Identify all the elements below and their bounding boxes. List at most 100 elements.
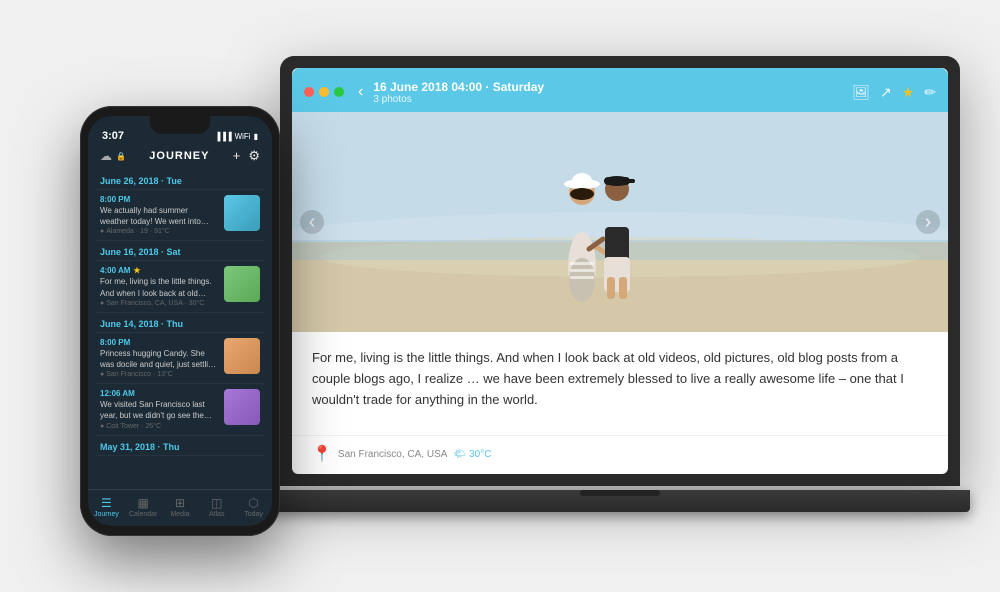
- entry-time: 12:06 AM: [100, 389, 218, 398]
- phone-time: 3:07: [102, 130, 124, 142]
- beach-photo: [292, 112, 948, 332]
- date-header-june14: June 14, 2018 · Thu: [96, 313, 264, 333]
- atlas-tab-icon: ◫: [211, 496, 222, 510]
- laptop-device: ‹ 16 June 2018 04:00 · Saturday 3 photos…: [280, 56, 960, 546]
- media-tab-icon: ⊞: [175, 496, 185, 510]
- main-scene: ‹ 16 June 2018 04:00 · Saturday 3 photos…: [20, 26, 980, 566]
- entry-time: 8:00 PM: [100, 338, 218, 347]
- entry-location-text: San Francisco, CA, USA: [338, 449, 447, 460]
- tab-calendar[interactable]: ▦ Calendar: [125, 496, 162, 518]
- entry-thumbnail: [224, 266, 260, 302]
- journey-tab-label: Journey: [94, 511, 119, 518]
- entry-thumbnail: [224, 389, 260, 425]
- tab-today[interactable]: ⬡ Today: [235, 496, 272, 518]
- location-icon: 📍: [312, 444, 332, 464]
- entry-text-area: For me, living is the little things. And…: [292, 332, 948, 435]
- add-entry-button[interactable]: +: [233, 148, 241, 164]
- entry-location: ● Alameda · 19 · 91°C: [100, 228, 218, 235]
- wifi-icon: WiFi: [235, 132, 251, 141]
- atlas-tab-label: Atlas: [209, 511, 225, 518]
- location-dot: ●: [100, 423, 104, 430]
- entry-content: 12:06 AM We visited San Francisco last y…: [100, 389, 218, 429]
- minimize-button[interactable]: [319, 87, 329, 97]
- phone-tab-bar: ☰ Journey ▦ Calendar ⊞ Media ◫ Atlas: [88, 489, 272, 526]
- list-item[interactable]: 12:06 AM We visited San Francisco last y…: [96, 384, 264, 435]
- entry-time: 8:00 PM: [100, 195, 218, 204]
- app-titlebar: ‹ 16 June 2018 04:00 · Saturday 3 photos…: [292, 68, 948, 112]
- entry-header-info: 16 June 2018 04:00 · Saturday 3 photos: [373, 80, 846, 105]
- entry-content: 8:00 PM We actually had summer weather t…: [100, 195, 218, 235]
- back-button[interactable]: ‹: [358, 83, 363, 101]
- photo-prev-button[interactable]: ‹: [300, 210, 324, 234]
- entry-text: For me, living is the little things. And…: [100, 276, 218, 298]
- entry-content: 4:00 AM ★ For me, living is the little t…: [100, 266, 218, 306]
- phone-status-icons: ▐▐▐ WiFi ▮: [215, 132, 258, 141]
- signal-icon: ▐▐▐: [215, 132, 232, 141]
- entry-footer: 📍 San Francisco, CA, USA 🌤 30°C: [292, 435, 948, 474]
- calendar-tab-icon: ▦: [138, 496, 149, 510]
- photo-carousel: ‹ ›: [292, 112, 948, 332]
- star-icon: ★: [133, 266, 140, 275]
- titlebar-actions: 🖼 ↗ ★ ✏: [852, 84, 936, 101]
- journey-tab-icon: ☰: [101, 496, 112, 510]
- phone-navbar: ☁ 🔒 JOURNEY + ⚙: [88, 146, 272, 170]
- favorite-icon[interactable]: ★: [902, 84, 915, 101]
- location-dot: ●: [100, 371, 104, 378]
- entry-text: We visited San Francisco last year, but …: [100, 399, 218, 421]
- phone-screen: 3:07 ▐▐▐ WiFi ▮ ☁ 🔒 JOURNEY +: [88, 116, 272, 526]
- tab-media[interactable]: ⊞ Media: [162, 496, 199, 518]
- window-controls: [304, 87, 344, 97]
- phone-navbar-right: + ⚙: [233, 148, 260, 164]
- date-header-june16: June 16, 2018 · Sat: [96, 241, 264, 261]
- entry-weather: 🌤 30°C: [453, 449, 491, 460]
- media-tab-label: Media: [170, 511, 189, 518]
- laptop-base: [270, 490, 970, 512]
- entry-text: Princess hugging Candy. She was docile a…: [100, 348, 218, 370]
- laptop-body: ‹ 16 June 2018 04:00 · Saturday 3 photos…: [280, 56, 960, 486]
- weather-temp: 30°C: [469, 449, 491, 460]
- date-header-may31: May 31, 2018 · Thu: [96, 436, 264, 456]
- entry-text: We actually had summer weather today! We…: [100, 205, 218, 227]
- today-tab-label: Today: [244, 511, 263, 518]
- weather-icon: 🌤: [453, 449, 466, 460]
- entry-location: ● Coit Tower · 26°C: [100, 423, 218, 430]
- app-window: ‹ 16 June 2018 04:00 · Saturday 3 photos…: [292, 68, 948, 474]
- location-dot: ●: [100, 300, 104, 307]
- entry-location: ● San Francisco, CA, USA · 30°C: [100, 300, 218, 307]
- entry-date: 16 June 2018 04:00 · Saturday: [373, 80, 846, 94]
- entry-content: 8:00 PM Princess hugging Candy. She was …: [100, 338, 218, 378]
- list-item[interactable]: 8:00 PM We actually had summer weather t…: [96, 190, 264, 241]
- image-icon[interactable]: 🖼: [852, 84, 870, 101]
- phone-notch: [150, 116, 210, 134]
- phone-entries-list: June 26, 2018 · Tue 8:00 PM We actually …: [88, 170, 272, 489]
- edit-icon[interactable]: ✏: [924, 84, 936, 101]
- phone-device: 3:07 ▐▐▐ WiFi ▮ ☁ 🔒 JOURNEY +: [80, 106, 280, 536]
- entry-thumbnail: [224, 195, 260, 231]
- settings-button[interactable]: ⚙: [248, 148, 260, 164]
- calendar-tab-label: Calendar: [129, 511, 157, 518]
- phone-app-title: JOURNEY: [149, 150, 209, 162]
- cloud-icon: ☁: [100, 149, 112, 163]
- laptop-hinge-notch: [580, 490, 660, 496]
- lock-icon: 🔒: [116, 152, 126, 161]
- today-tab-icon: ⬡: [248, 496, 258, 510]
- maximize-button[interactable]: [334, 87, 344, 97]
- photos-count: 3 photos: [373, 94, 846, 105]
- list-item[interactable]: 8:00 PM Princess hugging Candy. She was …: [96, 333, 264, 384]
- close-button[interactable]: [304, 87, 314, 97]
- tab-atlas[interactable]: ◫ Atlas: [198, 496, 235, 518]
- entry-location: ● San Francisco · 13°C: [100, 371, 218, 378]
- list-item[interactable]: 4:00 AM ★ For me, living is the little t…: [96, 261, 264, 312]
- location-dot: ●: [100, 228, 104, 235]
- date-header-june26: June 26, 2018 · Tue: [96, 170, 264, 190]
- tab-journey[interactable]: ☰ Journey: [88, 496, 125, 518]
- entry-time: 4:00 AM ★: [100, 266, 218, 275]
- phone-frame: 3:07 ▐▐▐ WiFi ▮ ☁ 🔒 JOURNEY +: [80, 106, 280, 536]
- photo-next-button[interactable]: ›: [916, 210, 940, 234]
- entry-body-text: For me, living is the little things. And…: [312, 348, 928, 410]
- share-icon[interactable]: ↗: [880, 84, 892, 101]
- phone-navbar-left: ☁ 🔒: [100, 149, 126, 163]
- laptop-screen: ‹ 16 June 2018 04:00 · Saturday 3 photos…: [292, 68, 948, 474]
- entry-thumbnail: [224, 338, 260, 374]
- battery-icon: ▮: [254, 132, 258, 141]
